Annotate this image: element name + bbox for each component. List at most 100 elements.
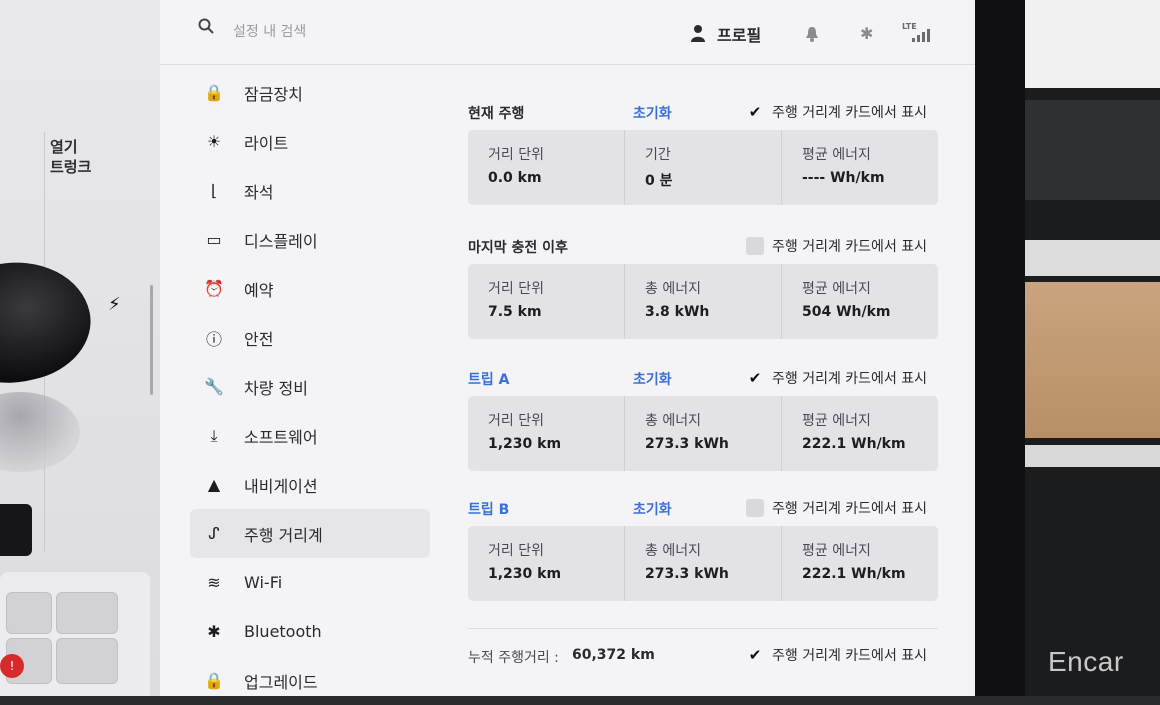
cabin-dash <box>1025 100 1160 200</box>
sidebar-item-label: 예약 <box>244 280 274 300</box>
sidebar-item-label: Wi-Fi <box>244 573 283 592</box>
stat-cell: 평균 에너지 222.1 Wh/km <box>782 526 938 601</box>
screen-bezel <box>975 0 1025 696</box>
sidebar-item[interactable]: ☀ 라이트 <box>190 117 430 166</box>
scrollbar[interactable] <box>150 285 153 395</box>
stat-label: 거리 단위 <box>488 147 544 163</box>
section-title: 마지막 충전 이후 <box>468 240 568 256</box>
show-on-card-checkbox[interactable]: ✔ 주행 거리계 카드에서 표시 <box>746 645 927 665</box>
wood-trim <box>1025 282 1160 438</box>
seat-icon: ⌊ <box>210 181 218 200</box>
checkbox-label: 주행 거리계 카드에서 표시 <box>772 501 928 517</box>
sidebar-item[interactable]: ⌊ 좌석 <box>190 166 430 215</box>
stat-label: 총 에너지 <box>645 281 701 297</box>
sidebar-item[interactable]: ⤓ 소프트웨어 <box>190 411 430 460</box>
stat-value: 273.3 kWh <box>645 436 729 452</box>
stat-label: 거리 단위 <box>488 281 544 297</box>
stat-cell: 평균 에너지 222.1 Wh/km <box>782 396 938 471</box>
stat-label: 평균 에너지 <box>802 413 871 429</box>
seat-front-left <box>6 592 52 634</box>
section-title: 현재 주행 <box>468 106 525 122</box>
reset-button[interactable]: 초기화 <box>633 369 672 389</box>
search-input[interactable]: 설정 내 검색 <box>233 21 306 41</box>
checkbox-label: 주행 거리계 카드에서 표시 <box>772 648 928 664</box>
checkbox-label: 주행 거리계 카드에서 표시 <box>772 105 928 121</box>
stat-value: 7.5 km <box>488 304 542 320</box>
profile-icon[interactable] <box>690 24 706 42</box>
stat-cell: 총 에너지 3.8 kWh <box>625 264 782 339</box>
stat-cell: 거리 단위 1,230 km <box>468 526 625 601</box>
reset-button[interactable]: 초기화 <box>633 103 672 123</box>
sidebar-item[interactable]: ⏰ 예약 <box>190 264 430 313</box>
stat-value: ---- Wh/km <box>802 170 885 186</box>
show-on-card-checkbox[interactable]: ✔ 주행 거리계 카드에서 표시 <box>746 102 927 122</box>
section-title: 트립 A <box>468 372 510 388</box>
stat-cell: 총 에너지 273.3 kWh <box>625 396 782 471</box>
stat-label: 거리 단위 <box>488 543 544 559</box>
seat-front-right <box>56 592 118 634</box>
seat-status-card <box>0 572 150 696</box>
seat-rear-right <box>56 638 118 684</box>
show-on-card-checkbox[interactable]: ✔ 주행 거리계 카드에서 표시 <box>746 368 927 388</box>
stat-label: 거리 단위 <box>488 413 544 429</box>
sidebar-item-label: 주행 거리계 <box>244 525 323 545</box>
sidebar-item-label: 디스플레이 <box>244 231 318 251</box>
sidebar-item-label: 업그레이드 <box>244 672 318 692</box>
bluetooth-status-icon[interactable]: ✱ <box>860 24 873 43</box>
section-header: 트립 A 초기화 ✔ 주행 거리계 카드에서 표시 <box>468 362 938 396</box>
car-reflection <box>0 392 80 472</box>
show-on-card-checkbox[interactable]: 주행 거리계 카드에서 표시 <box>746 236 927 256</box>
stat-label: 평균 에너지 <box>802 543 871 559</box>
checkbox-label: 주행 거리계 카드에서 표시 <box>772 239 928 255</box>
sidebar-item-label: Bluetooth <box>244 622 322 641</box>
seatbelt-warning-icon: ! <box>0 654 24 678</box>
sidebar-item[interactable]: ✱ Bluetooth <box>190 607 430 656</box>
checkbox-checked-icon: ✔ <box>748 103 762 121</box>
sidebar-item[interactable]: 🔒 잠금장치 <box>190 68 430 117</box>
show-on-card-checkbox[interactable]: 주행 거리계 카드에서 표시 <box>746 498 927 518</box>
section-title: 트립 B <box>468 502 510 518</box>
stat-cell: 거리 단위 7.5 km <box>468 264 625 339</box>
trunk-label-line1: 열기 <box>50 138 78 156</box>
lte-signal-icon: LTE <box>902 22 932 42</box>
sidebar-item[interactable]: ▲ 내비게이션 <box>190 460 430 509</box>
sidebar-item[interactable]: ⓘ 안전 <box>190 313 430 362</box>
odometer-row: 누적 주행거리 : 60,372 km ✔ 주행 거리계 카드에서 표시 <box>468 628 938 669</box>
stat-value: 3.8 kWh <box>645 304 710 320</box>
car-status-panel: 열기 트렁크 ⚡ ! <box>0 0 161 696</box>
car-render <box>0 247 101 397</box>
stat-value: 222.1 Wh/km <box>802 436 906 452</box>
trunk-label-line2: 트렁크 <box>50 158 92 176</box>
panel-tab[interactable] <box>0 504 32 556</box>
sidebar-item[interactable]: ≋ Wi-Fi <box>190 558 430 607</box>
odometer-value: 60,372 km <box>572 647 655 663</box>
reset-button[interactable]: 초기화 <box>633 499 672 519</box>
stat-label: 총 에너지 <box>645 413 701 429</box>
open-trunk-button[interactable]: 열기 트렁크 <box>50 137 91 177</box>
sidebar-item[interactable]: ᔑ 주행 거리계 <box>190 509 430 558</box>
profile-button[interactable]: 프로필 <box>717 22 761 46</box>
alarm-icon: ⏰ <box>204 279 224 298</box>
stat-label: 평균 에너지 <box>802 281 871 297</box>
charge-port-icon[interactable]: ⚡ <box>108 294 121 315</box>
trip-stats-card: 거리 단위 1,230 km 총 에너지 273.3 kWh 평균 에너지 222.1… <box>468 526 938 601</box>
bluetooth-icon: ✱ <box>207 622 221 641</box>
sidebar-item[interactable]: 🔒 업그레이드 <box>190 656 430 705</box>
sidebar-item-label: 내비게이션 <box>244 476 318 496</box>
download-icon: ⤓ <box>210 425 218 445</box>
section-current-trip: 현재 주행 초기화 ✔ 주행 거리계 카드에서 표시 거리 단위 0.0 km 기… <box>468 96 938 205</box>
section-header: 마지막 충전 이후 주행 거리계 카드에서 표시 <box>468 230 938 264</box>
wifi-icon: ≋ <box>207 573 221 592</box>
sidebar-item[interactable]: 🔧 차량 정비 <box>190 362 430 411</box>
light-icon: ☀ <box>206 132 222 151</box>
stat-label: 총 에너지 <box>645 543 701 559</box>
stat-value: 0.0 km <box>488 170 542 186</box>
stat-cell: 거리 단위 1,230 km <box>468 396 625 471</box>
sidebar-item[interactable]: ▭ 디스플레이 <box>190 215 430 264</box>
bell-icon[interactable] <box>805 26 819 42</box>
checkbox-checked-icon: ✔ <box>748 369 762 387</box>
stat-cell: 총 에너지 273.3 kWh <box>625 526 782 601</box>
stat-value: 0 분 <box>645 173 673 189</box>
sidebar-item-label: 차량 정비 <box>244 378 308 398</box>
search-icon[interactable] <box>198 18 214 34</box>
